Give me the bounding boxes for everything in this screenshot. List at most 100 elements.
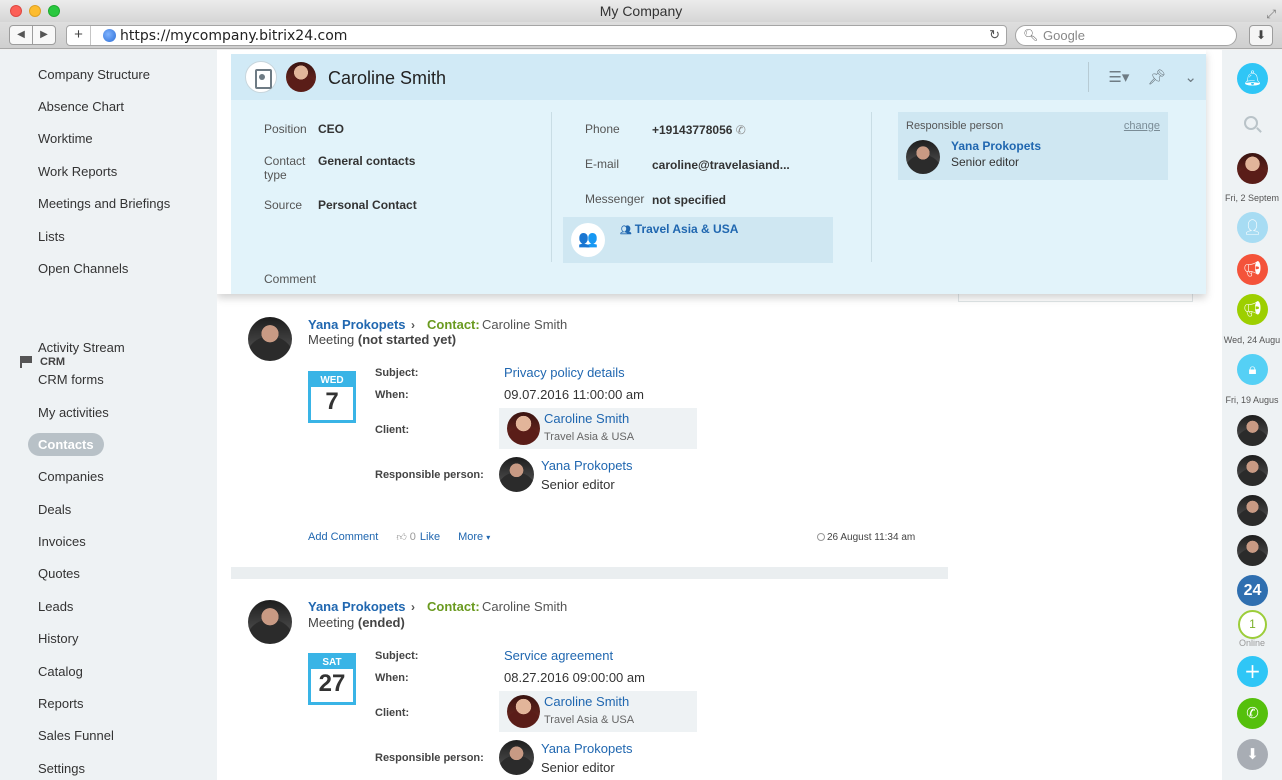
list-menu-icon[interactable]: ☰▾ — [1108, 68, 1129, 86]
bell-icon[interactable]: 🔔︎ — [1237, 63, 1268, 94]
email-value[interactable]: caroline@travelasiand... — [652, 158, 790, 172]
menu-item-quotes[interactable]: Quotes — [38, 566, 80, 581]
responsible-person-label: Responsible person: — [375, 752, 484, 764]
menu-item-catalog[interactable]: Catalog — [38, 664, 83, 679]
menu-item-my-activities[interactable]: My activities — [38, 405, 109, 420]
responsible-person-name[interactable]: Yana Prokopets — [541, 458, 633, 473]
menu-item-sales-funnel[interactable]: Sales Funnel — [38, 728, 114, 743]
like-label[interactable]: Like — [420, 531, 440, 543]
search-input[interactable]: 🔍︎ Google — [1015, 25, 1237, 46]
menu-item-deals[interactable]: Deals — [38, 502, 71, 517]
menu-item-history[interactable]: History — [38, 631, 78, 646]
plus-icon[interactable]: + — [1237, 656, 1268, 687]
menu-item-reports[interactable]: Reports — [38, 696, 84, 711]
post-type: Meeting — [308, 332, 355, 347]
menu-item-activity-stream[interactable]: Activity Stream — [38, 340, 125, 355]
recent-chat-avatar[interactable] — [1237, 495, 1268, 526]
menu-item-work-reports[interactable]: Work Reports — [38, 164, 117, 179]
client-avatar — [507, 412, 540, 445]
more-label[interactable]: More — [458, 531, 483, 543]
phone-call-icon[interactable]: ✆ — [736, 123, 746, 137]
comment-label: Comment — [264, 272, 317, 286]
download-icon[interactable]: ⬇ — [1237, 739, 1268, 770]
menu-item-open-channels[interactable]: Open Channels — [38, 261, 128, 276]
lock-icon[interactable]: 🔒︎ — [1237, 354, 1268, 385]
left-menu: Company Structure Absence Chart Worktime… — [0, 50, 217, 780]
recent-chat-avatar[interactable] — [1237, 153, 1268, 184]
zoom-window-button[interactable] — [48, 5, 60, 17]
menu-item-companies[interactable]: Companies — [38, 469, 104, 484]
online-count[interactable]: 1 — [1238, 610, 1267, 639]
calendar-date: 27 — [318, 670, 346, 697]
post-author-avatar[interactable] — [248, 600, 292, 644]
megaphone-icon[interactable]: 📢︎ — [1237, 294, 1268, 325]
pin-icon[interactable]: 📌︎ — [1147, 68, 1166, 86]
client-company: Travel Asia & USA — [544, 714, 635, 726]
messenger-value: not specified — [652, 193, 727, 207]
crm-section-header[interactable]: CRM — [20, 356, 65, 368]
menu-item-leads[interactable]: Leads — [38, 599, 73, 614]
recent-chat-avatar[interactable] — [1237, 535, 1268, 566]
megaphone-icon[interactable]: 📢︎ — [1237, 254, 1268, 285]
menu-item-absence-chart[interactable]: Absence Chart — [38, 99, 124, 114]
post-author[interactable]: Yana Prokopets — [308, 317, 406, 332]
window-title: My Company — [599, 3, 683, 19]
minimize-window-button[interactable] — [29, 5, 41, 17]
recent-chat-avatar[interactable] — [1237, 415, 1268, 446]
clock-icon — [817, 533, 825, 541]
post-timestamp-text: 26 August 11:34 am — [827, 532, 916, 543]
forward-button[interactable]: ▶ — [33, 26, 55, 44]
more-menu[interactable]: More ▾ — [458, 531, 490, 543]
menu-item-crm-forms[interactable]: CRM forms — [38, 372, 104, 387]
client-name[interactable]: Caroline Smith — [544, 694, 629, 709]
post-author[interactable]: Yana Prokopets — [308, 599, 406, 614]
subject-link[interactable]: Service agreement — [504, 648, 613, 663]
downloads-button[interactable]: ⬇ — [1249, 25, 1273, 46]
url-text[interactable]: https://mycompany.bitrix24.com — [120, 27, 347, 45]
post-contact-name[interactable]: Caroline Smith — [482, 317, 567, 332]
back-button[interactable]: ◀ — [10, 26, 33, 44]
window-titlebar: My Company ⤢ — [0, 0, 1282, 22]
menu-item-settings[interactable]: Settings — [38, 761, 85, 776]
menu-item-lists[interactable]: Lists — [38, 229, 65, 244]
client-box: Caroline Smith Travel Asia & USA — [499, 408, 697, 449]
responsible-name[interactable]: Yana Prokopets — [951, 139, 1041, 153]
contact-avatar — [286, 62, 316, 92]
phone-value[interactable]: +19143778056 ✆ — [652, 123, 746, 137]
close-window-button[interactable] — [10, 5, 22, 17]
menu-item-invoices[interactable]: Invoices — [38, 534, 86, 549]
menu-item-meetings[interactable]: Meetings and Briefings — [38, 196, 170, 211]
menu-item-company-structure[interactable]: Company Structure — [38, 67, 150, 82]
responsible-person-title: Senior editor — [541, 477, 615, 492]
responsible-change-link[interactable]: change — [1124, 120, 1160, 132]
menu-item-worktime[interactable]: Worktime — [38, 131, 93, 146]
company-link[interactable]: 👥︎ Travel Asia & USA — [620, 222, 738, 236]
bitrix24-badge[interactable]: 24 — [1237, 575, 1268, 606]
like-button[interactable]: 👍︎ 0 Like — [396, 531, 440, 543]
feed-divider — [231, 567, 948, 579]
chevron-down-icon[interactable]: ⌄ — [1184, 68, 1197, 86]
subject-label: Subject: — [375, 367, 419, 379]
responsible-avatar — [906, 140, 940, 174]
post-status: (ended) — [357, 615, 405, 630]
reload-icon[interactable]: ↻ — [989, 27, 1000, 43]
responsible-person-name[interactable]: Yana Prokopets — [541, 741, 633, 756]
menu-item-contacts[interactable]: Contacts — [28, 433, 104, 456]
contact-type-label: Contact type — [264, 154, 306, 182]
recent-chat-avatar[interactable] — [1237, 455, 1268, 486]
phone-icon[interactable]: ✆ — [1237, 698, 1268, 729]
client-name[interactable]: Caroline Smith — [544, 411, 629, 426]
address-bar[interactable]: + https://mycompany.bitrix24.com ↻ — [66, 25, 1007, 46]
search-icon[interactable] — [1244, 116, 1258, 130]
nav-buttons: ◀ ▶ — [9, 25, 56, 45]
user-icon[interactable]: 👤︎ — [1237, 212, 1268, 243]
company-name[interactable]: Travel Asia & USA — [635, 222, 739, 236]
subject-link[interactable]: Privacy policy details — [504, 365, 625, 380]
client-label: Client: — [375, 424, 410, 436]
post-status: (not started yet) — [357, 332, 457, 347]
post-author-avatar[interactable] — [248, 317, 292, 361]
phone-number[interactable]: +19143778056 — [652, 123, 732, 137]
post-contact-name[interactable]: Caroline Smith — [482, 599, 567, 614]
new-tab-button[interactable]: + — [67, 26, 91, 45]
add-comment-link[interactable]: Add Comment — [308, 531, 378, 543]
